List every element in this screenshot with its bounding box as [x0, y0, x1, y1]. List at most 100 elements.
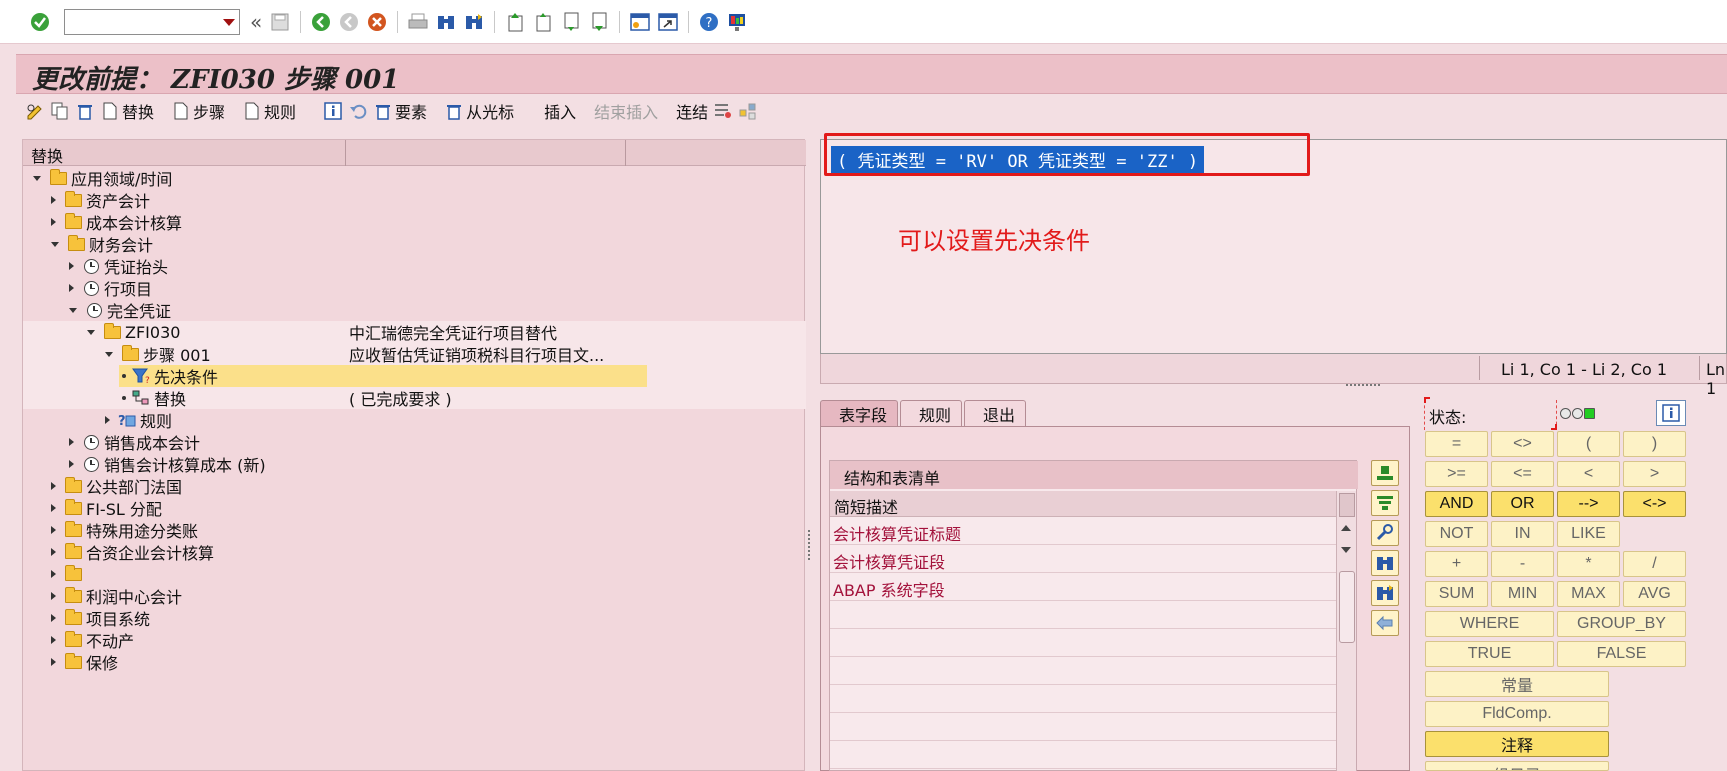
- collapsed-arrow-icon[interactable]: [51, 196, 56, 204]
- settings-button[interactable]: [1371, 520, 1399, 546]
- tree-node[interactable]: 销售会计核算成本 (新): [23, 453, 806, 475]
- op-true-button[interactable]: TRUE: [1425, 641, 1554, 667]
- op-right-paren-button[interactable]: ): [1623, 431, 1686, 457]
- tree-node[interactable]: 项目系统: [23, 607, 806, 629]
- collapsed-arrow-icon[interactable]: [51, 548, 56, 556]
- tree-node[interactable]: 应用领域/时间: [23, 167, 806, 189]
- tab-rules[interactable]: 规则: [900, 400, 963, 426]
- expanded-arrow-icon[interactable]: [51, 241, 59, 247]
- structure-button[interactable]: [739, 102, 760, 120]
- collapsed-arrow-icon[interactable]: [69, 284, 74, 292]
- list-settings-button[interactable]: [714, 102, 735, 120]
- op-le-button[interactable]: <=: [1491, 461, 1554, 487]
- op-and-button[interactable]: AND: [1425, 491, 1488, 517]
- column-header[interactable]: 简短描述: [830, 491, 1336, 517]
- tree-node[interactable]: 公共部门法国: [23, 475, 806, 497]
- op-min-button[interactable]: MIN: [1491, 581, 1554, 607]
- scroll-down-icon[interactable]: [1341, 547, 1351, 553]
- scrollbar[interactable]: [1336, 491, 1356, 771]
- collapsed-arrow-icon[interactable]: [51, 218, 56, 226]
- comment-button[interactable]: 注释: [1425, 731, 1609, 757]
- op-equal-button[interactable]: =: [1425, 431, 1488, 457]
- back-icon[interactable]: [310, 11, 332, 33]
- copy-button[interactable]: [51, 102, 72, 120]
- expanded-arrow-icon[interactable]: [87, 329, 95, 335]
- tree-node[interactable]: ZFI030 中汇瑞德完全凭证行项目替代: [23, 321, 806, 343]
- chevron-down-icon[interactable]: [223, 18, 235, 26]
- find-next-icon[interactable]: [463, 11, 485, 33]
- collapsed-arrow-icon[interactable]: [69, 460, 74, 468]
- op-false-button[interactable]: FALSE: [1557, 641, 1686, 667]
- group-button[interactable]: 组日录: [1425, 761, 1609, 771]
- collapsed-arrow-icon[interactable]: [51, 504, 56, 512]
- tree-node[interactable]: 特殊用途分类账: [23, 519, 806, 541]
- help-icon[interactable]: ?: [698, 11, 720, 33]
- tree-node[interactable]: 利润中心会计: [23, 585, 806, 607]
- delete-button[interactable]: [76, 102, 97, 120]
- expanded-arrow-icon[interactable]: [105, 351, 113, 357]
- collapsed-arrow-icon[interactable]: [51, 658, 56, 666]
- tree-node[interactable]: 成本会计核算: [23, 211, 806, 233]
- collapsed-arrow-icon[interactable]: [105, 416, 110, 424]
- op-plus-button[interactable]: +: [1425, 551, 1488, 577]
- print-icon[interactable]: [407, 11, 429, 33]
- op-equivalent-button[interactable]: <->: [1623, 491, 1686, 517]
- first-page-icon[interactable]: [504, 11, 526, 33]
- tree-node[interactable]: 完全凭证: [23, 299, 806, 321]
- op-or-button[interactable]: OR: [1491, 491, 1554, 517]
- list-item[interactable]: 会计核算凭证标题: [830, 517, 1336, 545]
- collapsed-arrow-icon[interactable]: [51, 482, 56, 490]
- op-multiply-button[interactable]: *: [1557, 551, 1620, 577]
- collapsed-arrow-icon[interactable]: [69, 262, 74, 270]
- create-step-button[interactable]: 步骤: [172, 99, 225, 123]
- expanded-arrow-icon[interactable]: [69, 307, 77, 313]
- tree-node[interactable]: FI-SL 分配: [23, 497, 806, 519]
- collapsed-arrow-icon[interactable]: [69, 438, 74, 446]
- previous-page-icon[interactable]: [532, 11, 554, 33]
- op-like-button[interactable]: LIKE: [1557, 521, 1620, 547]
- display-change-button[interactable]: [26, 102, 47, 120]
- tree-node[interactable]: 保修: [23, 651, 806, 673]
- tree-node[interactable]: [23, 563, 806, 585]
- field-comparison-button[interactable]: FldComp.: [1425, 701, 1609, 727]
- horizontal-splitter[interactable]: [1346, 384, 1380, 387]
- tree-node-prerequisite[interactable]: ? 先决条件: [23, 365, 806, 387]
- create-rule-button[interactable]: 规则: [243, 99, 296, 123]
- save-icon[interactable]: [269, 11, 291, 33]
- op-group-by-button[interactable]: GROUP_BY: [1557, 611, 1686, 637]
- collapse-toolbar-icon[interactable]: «: [250, 10, 262, 34]
- op-in-button[interactable]: IN: [1491, 521, 1554, 547]
- collapsed-arrow-icon[interactable]: [51, 592, 56, 600]
- create-replace-button[interactable]: 替换: [101, 99, 154, 123]
- cancel-icon[interactable]: [366, 11, 388, 33]
- op-left-paren-button[interactable]: (: [1557, 431, 1620, 457]
- insert-field-button[interactable]: [1371, 460, 1399, 486]
- next-page-icon[interactable]: [560, 11, 582, 33]
- op-minus-button[interactable]: -: [1491, 551, 1554, 577]
- last-page-icon[interactable]: [588, 11, 610, 33]
- delete-element-button[interactable]: 要素: [374, 99, 427, 123]
- constant-button[interactable]: 常量: [1425, 671, 1609, 697]
- enter-check-icon[interactable]: [29, 11, 51, 33]
- tree-node[interactable]: 资产会计: [23, 189, 806, 211]
- insert-button[interactable]: 插入: [544, 99, 576, 123]
- vertical-splitter[interactable]: [808, 530, 811, 560]
- end-insert-button[interactable]: 结束插入: [594, 99, 658, 123]
- op-gt-button[interactable]: >: [1623, 461, 1686, 487]
- link-button[interactable]: 连结: [676, 99, 708, 123]
- find-icon[interactable]: [435, 11, 457, 33]
- info-button[interactable]: [1656, 400, 1686, 426]
- collapsed-arrow-icon[interactable]: [51, 636, 56, 644]
- tree-node[interactable]: 凭证抬头: [23, 255, 806, 277]
- list-item[interactable]: ABAP 系统字段: [830, 573, 1336, 601]
- tree-node[interactable]: 步骤 001 应收暂估凭证销项税科目行项目文...: [23, 343, 806, 365]
- delete-from-cursor-button[interactable]: 从光标: [445, 99, 514, 123]
- list-item[interactable]: 会计核算凭证段: [830, 545, 1336, 573]
- tree-node[interactable]: 行项目: [23, 277, 806, 299]
- tree-node[interactable]: 合资企业会计核算: [23, 541, 806, 563]
- op-sum-button[interactable]: SUM: [1425, 581, 1488, 607]
- op-ge-button[interactable]: >=: [1425, 461, 1488, 487]
- back-arrow-button[interactable]: [1371, 610, 1399, 636]
- tree-node[interactable]: 不动产: [23, 629, 806, 651]
- expanded-arrow-icon[interactable]: [33, 175, 41, 181]
